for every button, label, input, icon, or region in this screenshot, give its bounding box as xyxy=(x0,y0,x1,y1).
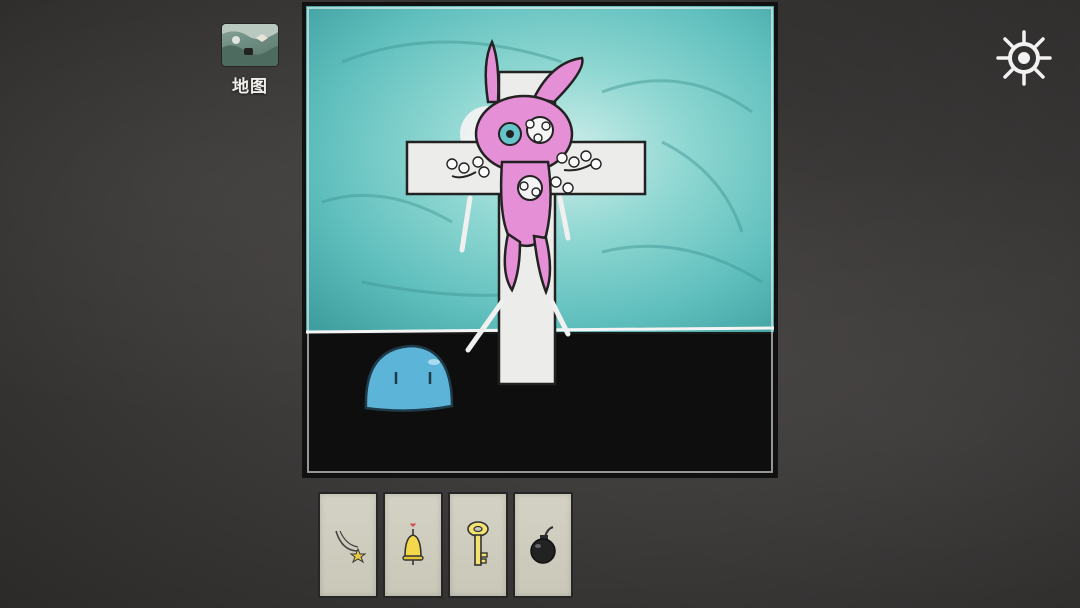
bomb-icon xyxy=(530,526,556,564)
inventory-slot-necklace[interactable] xyxy=(318,492,378,598)
settings-button[interactable] xyxy=(996,30,1052,86)
bell-icon xyxy=(402,523,424,565)
necklace-icon xyxy=(335,530,367,564)
gear-icon xyxy=(996,30,1052,86)
inventory-bar xyxy=(318,492,573,598)
scene-viewport[interactable] xyxy=(302,2,778,478)
inventory-slot-bomb[interactable] xyxy=(513,492,573,598)
map-thumbnail-icon xyxy=(222,24,278,66)
key-icon xyxy=(467,521,489,566)
inventory-slot-key[interactable] xyxy=(448,492,508,598)
map-button[interactable]: 地图 xyxy=(222,24,278,97)
inventory-slot-bell[interactable] xyxy=(383,492,443,598)
map-label: 地图 xyxy=(232,77,268,97)
